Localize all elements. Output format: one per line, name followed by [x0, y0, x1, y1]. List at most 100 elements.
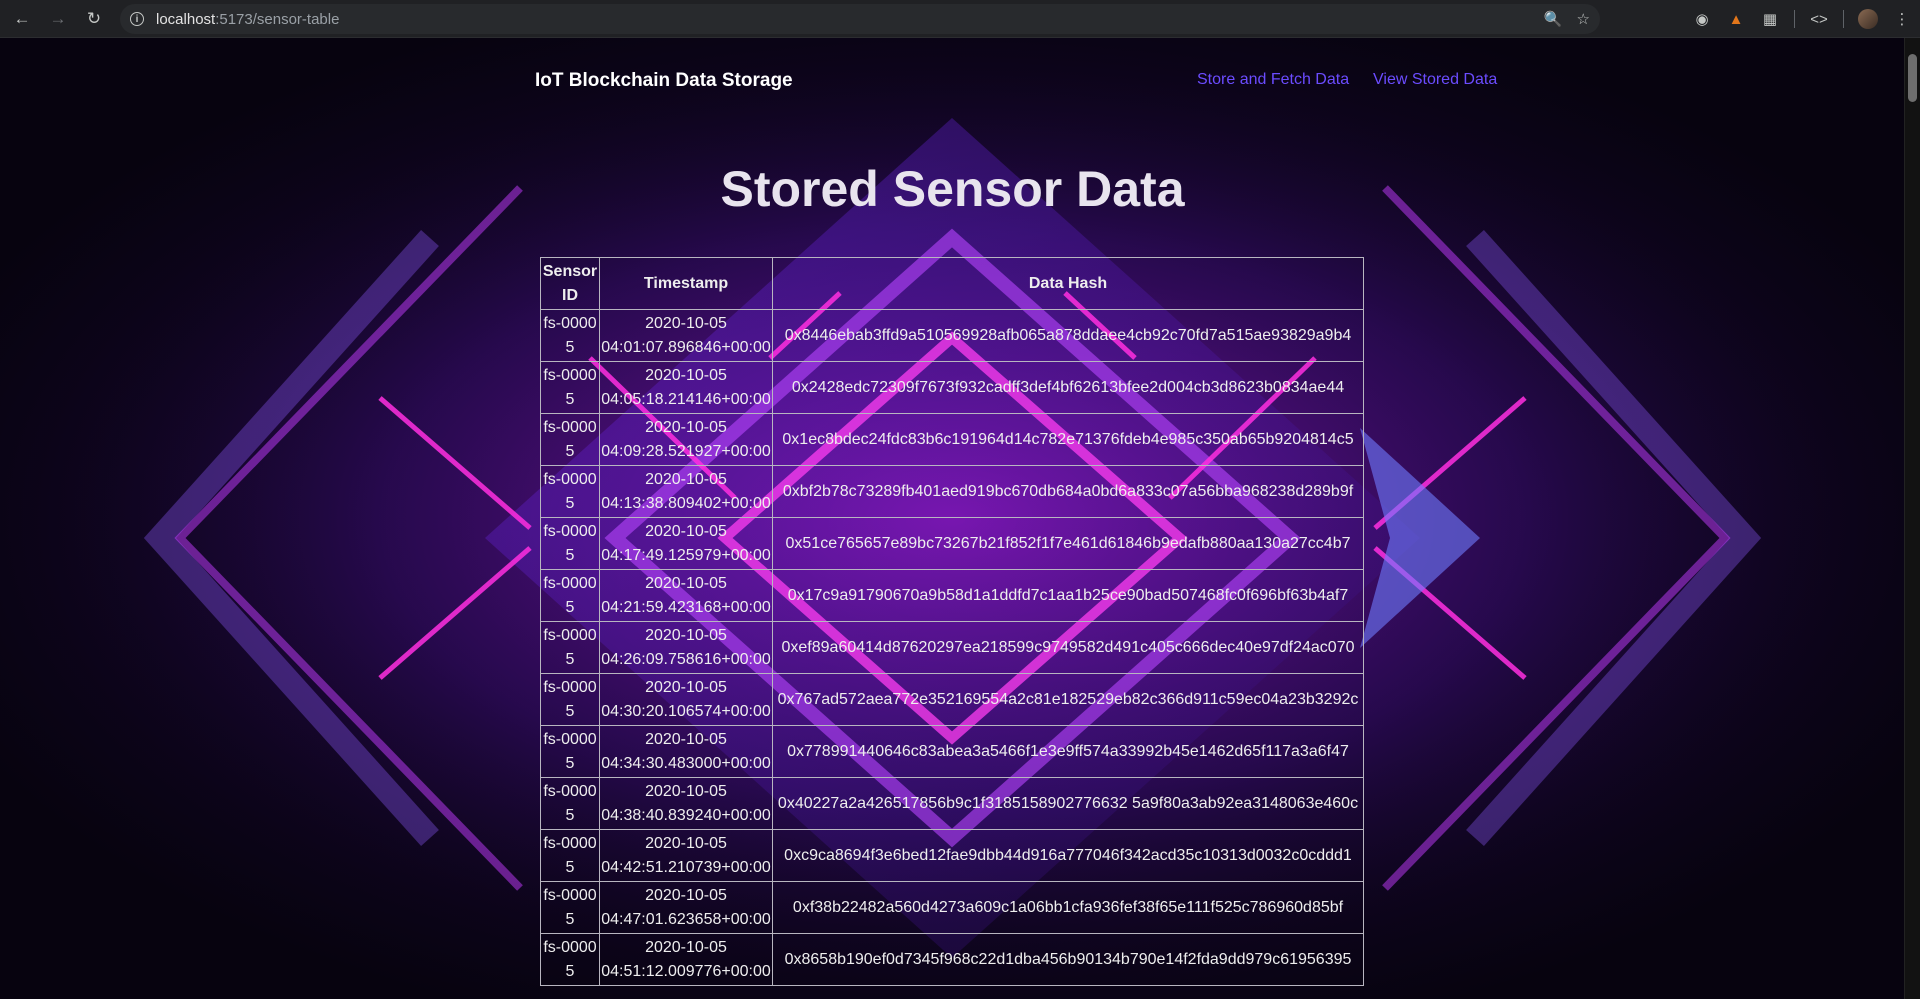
timestamp-cell: 2020-10-05 04:26:09.758616+00:00	[599, 621, 773, 674]
data-hash-cell: 0x40227a2a426517856b9c1f3185158902776632…	[772, 777, 1364, 830]
timestamp-time: 04:01:07.896846+00:00	[601, 338, 771, 356]
sensor-data-table: Sensor ID Timestamp Data Hash fs-00005 20…	[540, 257, 1364, 986]
timestamp-time: 04:17:49.125979+00:00	[601, 546, 771, 564]
extensions-puzzle-icon[interactable]: ▦	[1760, 9, 1780, 29]
timestamp-date: 2020-10-05	[645, 470, 727, 488]
url-path: :5173/sensor-table	[215, 10, 340, 28]
timestamp-date: 2020-10-05	[645, 886, 727, 904]
table-header-row: Sensor ID Timestamp Data Hash	[540, 257, 1364, 310]
nav-link-view-stored[interactable]: View Stored Data	[1373, 71, 1497, 89]
timestamp-date: 2020-10-05	[645, 366, 727, 384]
bookmark-star-icon[interactable]: ☆	[1577, 10, 1590, 28]
profile-avatar[interactable]	[1858, 9, 1878, 29]
sensor-id-cell: fs-00005	[540, 361, 600, 414]
sensor-id-cell: fs-00005	[540, 465, 600, 518]
table-row: fs-00005 2020-10-05 04:01:07.896846+00:00 0…	[540, 309, 1364, 362]
timestamp-time: 04:38:40.839240+00:00	[601, 806, 771, 824]
sensor-id-cell: fs-00005	[540, 673, 600, 726]
table-row: fs-00005 2020-10-05 04:47:01.623658+00:00 0…	[540, 881, 1364, 934]
table-row: fs-00005 2020-10-05 04:05:18.214146+00:00 0…	[540, 361, 1364, 414]
table-row: fs-00005 2020-10-05 04:34:30.483000+00:00 0…	[540, 725, 1364, 778]
sensor-id-cell: fs-00005	[540, 621, 600, 674]
data-hash-cell: 0x2428edc72309f7673f932cadff3def4bf62613…	[772, 361, 1364, 414]
table-row: fs-00005 2020-10-05 04:09:28.521927+00:00 0…	[540, 413, 1364, 466]
sensor-id-cell: fs-00005	[540, 309, 600, 362]
table-row: fs-00005 2020-10-05 04:17:49.125979+00:00 0…	[540, 517, 1364, 570]
timestamp-time: 04:05:18.214146+00:00	[601, 390, 771, 408]
timestamp-date: 2020-10-05	[645, 418, 727, 436]
table-body: fs-00005 2020-10-05 04:01:07.896846+00:00 0…	[540, 309, 1364, 986]
sensor-id-cell: fs-00005	[540, 725, 600, 778]
brand-title: IoT Blockchain Data Storage	[535, 70, 793, 91]
reload-icon[interactable]: ↻	[80, 5, 108, 33]
devtools-code-icon[interactable]: <>	[1809, 9, 1829, 29]
timestamp-time: 04:09:28.521927+00:00	[601, 442, 771, 460]
url-host: localhost	[156, 10, 216, 28]
timestamp-cell: 2020-10-05 04:30:20.106574+00:00	[599, 673, 773, 726]
table-row: fs-00005 2020-10-05 04:42:51.210739+00:00 0…	[540, 829, 1364, 882]
timestamp-date: 2020-10-05	[645, 782, 727, 800]
data-hash-cell: 0xbf2b78c73289fb401aed919bc670db684a0bd6…	[772, 465, 1364, 518]
sensor-id-cell: fs-00005	[540, 517, 600, 570]
timestamp-time: 04:26:09.758616+00:00	[601, 650, 771, 668]
timestamp-cell: 2020-10-05 04:17:49.125979+00:00	[599, 517, 773, 570]
timestamp-date: 2020-10-05	[645, 626, 727, 644]
data-hash-cell: 0xef89a60414d87620297ea218599c9749582d49…	[772, 621, 1364, 674]
sensor-id-cell: fs-00005	[540, 933, 600, 986]
data-hash-cell: 0x767ad572aea772e352169554a2c81e182529eb…	[772, 673, 1364, 726]
timestamp-cell: 2020-10-05 04:38:40.839240+00:00	[599, 777, 773, 830]
vertical-scrollbar[interactable]	[1904, 38, 1920, 999]
data-hash-cell: 0x51ce765657e89bc73267b21f852f1f7e461d61…	[772, 517, 1364, 570]
timestamp-time: 04:47:01.623658+00:00	[601, 910, 771, 928]
timestamp-time: 04:51:12.009776+00:00	[601, 962, 771, 980]
metamask-fox-icon[interactable]: ▲	[1726, 9, 1746, 29]
timestamp-time: 04:34:30.483000+00:00	[601, 754, 771, 772]
nav-link-store-and-fetch[interactable]: Store and Fetch Data	[1197, 71, 1349, 89]
timestamp-cell: 2020-10-05 04:09:28.521927+00:00	[599, 413, 773, 466]
data-hash-cell: 0xc9ca8694f3e6bed12fae9dbb44d916a777046f…	[772, 829, 1364, 882]
forward-arrow-icon[interactable]: →	[44, 5, 72, 33]
incognito-extension-icon[interactable]: ◉	[1692, 9, 1712, 29]
table-row: fs-00005 2020-10-05 04:51:12.009776+00:00 0…	[540, 933, 1364, 986]
timestamp-cell: 2020-10-05 04:01:07.896846+00:00	[599, 309, 773, 362]
page-title: Stored Sensor Data	[720, 161, 1185, 217]
browser-toolbar: ← → ↻ i localhost:5173/sensor-table 🔍 ☆ …	[0, 0, 1920, 38]
timestamp-time: 04:30:20.106574+00:00	[601, 702, 771, 720]
address-bar[interactable]: i localhost:5173/sensor-table 🔍 ☆	[120, 4, 1600, 34]
scrollbar-thumb[interactable]	[1908, 54, 1917, 102]
sensor-id-cell: fs-00005	[540, 569, 600, 622]
top-navbar: IoT Blockchain Data Storage Store and Fe…	[0, 38, 1905, 118]
sensor-id-cell: fs-00005	[540, 777, 600, 830]
timestamp-cell: 2020-10-05 04:13:38.809402+00:00	[599, 465, 773, 518]
timestamp-cell: 2020-10-05 04:47:01.623658+00:00	[599, 881, 773, 934]
page-viewport: IoT Blockchain Data Storage Store and Fe…	[0, 38, 1905, 999]
timestamp-time: 04:42:51.210739+00:00	[601, 858, 771, 876]
table-row: fs-00005 2020-10-05 04:21:59.423168+00:00 0…	[540, 569, 1364, 622]
timestamp-time: 04:13:38.809402+00:00	[601, 494, 771, 512]
url-text[interactable]: localhost:5173/sensor-table	[156, 11, 339, 28]
data-hash-cell: 0x8446ebab3ffd9a510569928afb065a878ddaee…	[772, 309, 1364, 362]
data-hash-cell: 0x778991440646c83abea3a5466f1e3e9ff574a3…	[772, 725, 1364, 778]
table-row: fs-00005 2020-10-05 04:38:40.839240+00:00 0…	[540, 777, 1364, 830]
data-hash-cell: 0x17c9a91790670a9b58d1a1ddfd7c1aa1b25ce9…	[772, 569, 1364, 622]
sensor-id-cell: fs-00005	[540, 881, 600, 934]
sensor-id-cell: fs-00005	[540, 413, 600, 466]
timestamp-date: 2020-10-05	[645, 730, 727, 748]
timestamp-cell: 2020-10-05 04:42:51.210739+00:00	[599, 829, 773, 882]
data-hash-cell: 0x1ec8bdec24fdc83b6c191964d14c782e71376f…	[772, 413, 1364, 466]
timestamp-date: 2020-10-05	[645, 678, 727, 696]
site-info-icon[interactable]: i	[130, 12, 144, 26]
timestamp-cell: 2020-10-05 04:34:30.483000+00:00	[599, 725, 773, 778]
timestamp-cell: 2020-10-05 04:21:59.423168+00:00	[599, 569, 773, 622]
toolbar-divider	[1794, 10, 1795, 28]
timestamp-date: 2020-10-05	[645, 834, 727, 852]
data-hash-cell: 0x8658b190ef0d7345f968c22d1dba456b90134b…	[772, 933, 1364, 986]
back-arrow-icon[interactable]: ←	[8, 5, 36, 33]
header-sensor-id: Sensor ID	[540, 257, 600, 310]
table-row: fs-00005 2020-10-05 04:26:09.758616+00:00 0…	[540, 621, 1364, 674]
zoom-icon[interactable]: 🔍	[1544, 10, 1563, 28]
toolbar-divider	[1843, 10, 1844, 28]
table-row: fs-00005 2020-10-05 04:13:38.809402+00:00 0…	[540, 465, 1364, 518]
kebab-menu-icon[interactable]: ⋮	[1892, 9, 1912, 29]
timestamp-date: 2020-10-05	[645, 938, 727, 956]
